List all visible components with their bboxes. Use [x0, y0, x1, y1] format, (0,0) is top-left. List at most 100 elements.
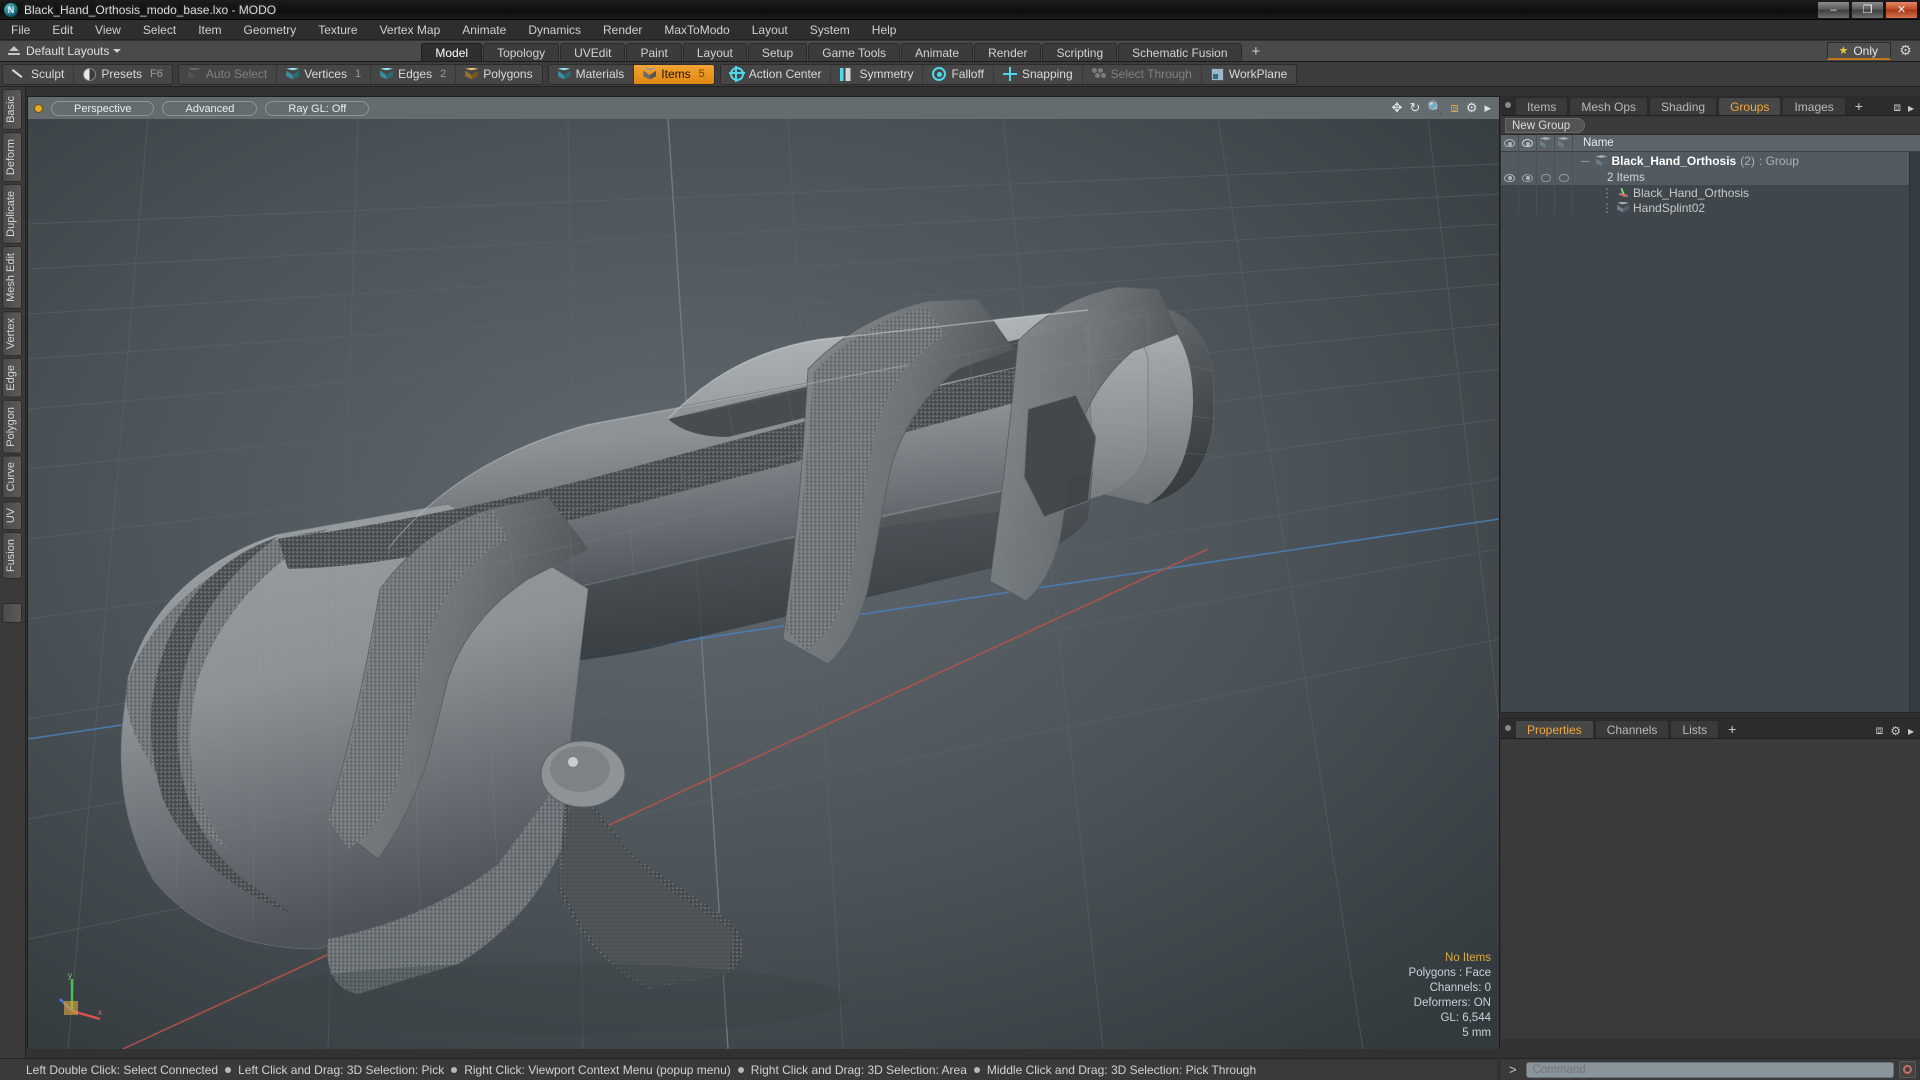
layout-tab-layout[interactable]: Layout: [682, 43, 747, 61]
group-row-name[interactable]: ─ Black_Hand_Orthosis (2) : Group: [1573, 154, 1799, 168]
menu-item-edit[interactable]: Edit: [41, 20, 84, 40]
row-visibility-toggle[interactable]: [1501, 185, 1519, 200]
layout-tab-animate[interactable]: Animate: [901, 43, 974, 61]
tab-properties[interactable]: Properties: [1515, 720, 1594, 738]
layout-tab-game-tools[interactable]: Game Tools: [808, 43, 901, 61]
row-render-spacer[interactable]: [1519, 170, 1537, 185]
materials-button[interactable]: Materials: [549, 64, 635, 84]
fit-icon[interactable]: ⧈: [1451, 100, 1459, 116]
render-icon[interactable]: [1519, 134, 1537, 152]
row-lock-toggle[interactable]: [1537, 153, 1555, 169]
snapping-button[interactable]: Snapping: [994, 64, 1083, 84]
vertices-button[interactable]: Vertices 1: [277, 64, 372, 84]
menu-item-help[interactable]: Help: [861, 20, 908, 40]
menu-item-file[interactable]: File: [0, 20, 41, 40]
table-row[interactable]: ⋮ Black_Hand_Orthosis: [1501, 185, 1920, 200]
row-visibility-toggle[interactable]: [1501, 153, 1519, 169]
panel-menu-icon[interactable]: [1501, 95, 1515, 115]
chevron-right-icon[interactable]: ▸: [1484, 100, 1491, 116]
only-button[interactable]: ★ Only: [1827, 41, 1891, 60]
row-select-toggle[interactable]: [1555, 200, 1573, 215]
chevron-down-icon[interactable]: [113, 48, 122, 53]
select-icon[interactable]: [1555, 134, 1573, 152]
layout-tab-schematic-fusion[interactable]: Schematic Fusion: [1118, 43, 1242, 61]
items-button[interactable]: Items 5: [634, 64, 714, 84]
viewport-raygl-button[interactable]: Ray GL: Off: [265, 100, 370, 116]
lock-icon[interactable]: [1537, 134, 1555, 152]
add-tab-button[interactable]: +: [1847, 97, 1871, 115]
gear-icon[interactable]: ⚙: [1890, 724, 1901, 738]
row-select-spacer[interactable]: [1555, 170, 1573, 185]
menu-item-view[interactable]: View: [84, 20, 132, 40]
tab-channels[interactable]: Channels: [1594, 720, 1670, 738]
chevron-right-icon[interactable]: ▸: [1908, 724, 1914, 738]
close-button[interactable]: ✕: [1885, 0, 1918, 19]
table-row[interactable]: ⋮ HandSplint02: [1501, 200, 1920, 215]
tab-lists[interactable]: Lists: [1670, 720, 1720, 738]
left-tool-tab-duplicate[interactable]: Duplicate: [2, 183, 22, 244]
row-lock-toggle[interactable]: [1537, 200, 1555, 215]
row-lock-spacer[interactable]: [1537, 170, 1555, 185]
zoom-icon[interactable]: 🔍: [1427, 100, 1443, 116]
tab-mesh-ops[interactable]: Mesh Ops: [1569, 97, 1649, 115]
falloff-button[interactable]: Falloff: [923, 64, 994, 84]
child-row-name[interactable]: ⋮ HandSplint02: [1573, 201, 1705, 215]
menu-item-vertex-map[interactable]: Vertex Map: [369, 20, 452, 40]
polygons-button[interactable]: Polygons: [456, 65, 541, 84]
tab-shading[interactable]: Shading: [1649, 97, 1718, 115]
default-layouts-control[interactable]: Default Layouts: [0, 40, 122, 61]
expand-icon[interactable]: ⧈: [1876, 723, 1884, 738]
menu-item-texture[interactable]: Texture: [307, 20, 368, 40]
layout-tab-setup[interactable]: Setup: [747, 43, 808, 61]
tab-images[interactable]: Images: [1782, 97, 1846, 115]
gear-icon[interactable]: ⚙: [1466, 100, 1478, 116]
tab-items[interactable]: Items: [1515, 97, 1569, 115]
sculpt-button[interactable]: Sculpt: [3, 64, 75, 84]
command-input[interactable]: [1525, 1061, 1894, 1078]
left-tool-tab-uv[interactable]: UV: [2, 500, 22, 531]
auto-select-button[interactable]: Auto Select: [179, 64, 278, 84]
viewport-3d-scene[interactable]: [28, 119, 1499, 1049]
table-row[interactable]: ─ Black_Hand_Orthosis (2) : Group: [1501, 152, 1920, 170]
collapse-icon[interactable]: [6, 43, 22, 59]
record-icon[interactable]: [1899, 1061, 1916, 1078]
row-render-toggle[interactable]: [1519, 200, 1537, 215]
layout-tab-model[interactable]: Model: [421, 43, 483, 61]
layout-tab-scripting[interactable]: Scripting: [1042, 43, 1118, 61]
row-render-toggle[interactable]: [1519, 153, 1537, 169]
menu-item-layout[interactable]: Layout: [741, 20, 799, 40]
add-properties-tab-button[interactable]: +: [1720, 720, 1744, 738]
viewport-menu-icon[interactable]: [34, 103, 43, 113]
tab-groups[interactable]: Groups: [1718, 97, 1782, 115]
menu-item-maxtomodo[interactable]: MaxToModo: [653, 20, 740, 40]
layout-tab-render[interactable]: Render: [974, 43, 1042, 61]
panel-splitter[interactable]: [1501, 712, 1920, 719]
row-select-toggle[interactable]: [1555, 185, 1573, 200]
child-row-name[interactable]: ⋮ Black_Hand_Orthosis: [1573, 186, 1749, 200]
action-center-button[interactable]: Action Center: [721, 64, 832, 84]
gear-icon[interactable]: ⚙: [1897, 42, 1914, 59]
row-select-toggle[interactable]: [1555, 153, 1573, 169]
menu-item-select[interactable]: Select: [132, 20, 187, 40]
menu-item-item[interactable]: Item: [187, 20, 232, 40]
rotate-icon[interactable]: ↻: [1409, 100, 1420, 116]
chevron-right-icon[interactable]: ▸: [1908, 101, 1914, 115]
left-tool-tab-basic[interactable]: Basic: [2, 89, 22, 130]
row-render-toggle[interactable]: [1519, 185, 1537, 200]
row-visibility-toggle[interactable]: [1501, 200, 1519, 215]
menu-item-system[interactable]: System: [799, 20, 861, 40]
viewport-projection-button[interactable]: Perspective: [51, 100, 155, 116]
layout-tab-topology[interactable]: Topology: [483, 43, 560, 61]
left-tool-tab-polygon[interactable]: Polygon: [2, 399, 22, 454]
expand-icon[interactable]: ⧈: [1893, 100, 1901, 115]
left-tool-tab-deform[interactable]: Deform: [2, 131, 22, 182]
symmetry-button[interactable]: Symmetry: [831, 64, 924, 84]
menu-item-render[interactable]: Render: [592, 20, 653, 40]
left-tool-tab-edge[interactable]: Edge: [2, 357, 22, 398]
left-tool-extra-tab[interactable]: [2, 603, 22, 624]
left-tool-tab-vertex[interactable]: Vertex: [2, 310, 22, 356]
left-tool-tab-curve[interactable]: Curve: [2, 455, 22, 499]
workplane-button[interactable]: WorkPlane: [1202, 65, 1296, 84]
maximize-button[interactable]: ❐: [1851, 0, 1884, 19]
viewport-shading-button[interactable]: Advanced: [162, 100, 258, 116]
